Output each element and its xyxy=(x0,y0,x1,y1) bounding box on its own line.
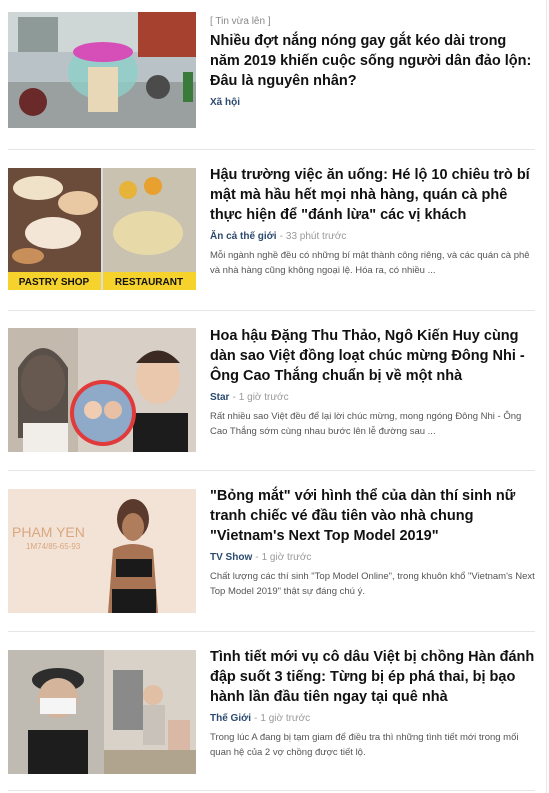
celebrities-photo xyxy=(8,328,196,452)
model-photo: PHAM YEN 1M74/85-65-93 xyxy=(8,489,196,613)
divider xyxy=(8,470,535,471)
meta-separator: - xyxy=(232,392,236,403)
article-title[interactable]: "Bỏng mắt" với hình thể của dàn thí sinh… xyxy=(210,486,535,546)
article-time: 33 phút trước xyxy=(285,231,347,242)
article-time: 1 giờ trước xyxy=(260,713,311,724)
article-thumbnail[interactable]: PHAM YEN 1M74/85-65-93 xyxy=(8,489,196,613)
meta-separator: - xyxy=(279,231,283,242)
article-kicker: [ Tin vừa lên ] xyxy=(210,16,271,27)
article-category[interactable]: Thế Giới xyxy=(210,713,251,724)
article-meta: Ăn cả thế giới -33 phút trước xyxy=(210,231,535,242)
article-meta: TV Show -1 giờ trước xyxy=(210,552,535,563)
article-meta: Star -1 giờ trước xyxy=(210,392,535,403)
article-summary: Chất lượng các thí sinh "Top Model Onlin… xyxy=(210,571,535,597)
article-meta: Thế Giới -1 giờ trước xyxy=(210,713,535,724)
divider xyxy=(8,631,535,632)
restaurant-label: RESTAURANT xyxy=(115,277,183,288)
article-category[interactable]: TV Show xyxy=(210,552,252,563)
pastry-restaurant-photo: PASTRY SHOP RESTAURANT xyxy=(8,168,196,290)
article-summary: Trong lúc A đang bị tạm giam để điều tra… xyxy=(210,732,519,758)
article-thumbnail[interactable] xyxy=(8,328,196,452)
article-category[interactable]: Ăn cả thế giới xyxy=(210,231,277,242)
meta-separator: - xyxy=(255,552,259,563)
street-scooter-photo xyxy=(8,12,196,128)
article-thumbnail[interactable] xyxy=(8,12,196,128)
article-title[interactable]: Nhiều đợt nắng nóng gay gắt kéo dài tron… xyxy=(210,31,535,91)
article-time: 1 giờ trước xyxy=(238,392,289,403)
article-title[interactable]: Hậu trường việc ăn uống: Hé lộ 10 chiêu … xyxy=(210,165,535,225)
news-collage-photo xyxy=(8,650,196,774)
divider xyxy=(8,149,535,150)
article-thumbnail[interactable] xyxy=(8,650,196,774)
article-thumbnail[interactable]: PASTRY SHOP RESTAURANT xyxy=(8,168,196,290)
column-border xyxy=(546,0,547,793)
pastry-shop-label: PASTRY SHOP xyxy=(19,277,90,288)
model-measurements-label: 1M74/85-65-93 xyxy=(26,542,81,551)
divider xyxy=(8,310,535,311)
article-title[interactable]: Tình tiết mới vụ cô dâu Việt bị chồng Hà… xyxy=(210,647,535,707)
article-title[interactable]: Hoa hậu Đặng Thu Thảo, Ngô Kiến Huy cùng… xyxy=(210,326,535,386)
divider xyxy=(8,790,535,791)
article-category[interactable]: Star xyxy=(210,392,229,403)
article-category[interactable]: Xã hội xyxy=(210,97,240,108)
article-summary: Rất nhiều sao Việt đều để lại lời chúc m… xyxy=(210,411,522,437)
article-time: 1 giờ trước xyxy=(261,552,312,563)
article-meta: Xã hội xyxy=(210,97,535,108)
article-summary: Mỗi ngành nghề đều có những bí mật thành… xyxy=(210,250,530,276)
meta-separator: - xyxy=(254,713,258,724)
model-name-label: PHAM YEN xyxy=(12,524,85,540)
